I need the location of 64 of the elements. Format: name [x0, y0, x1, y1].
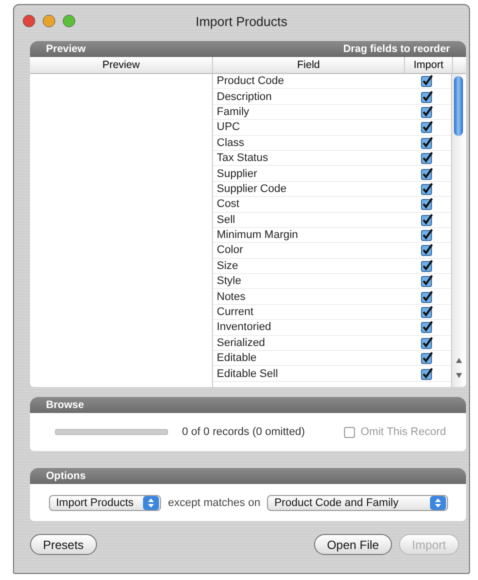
push-button[interactable]: Open File: [314, 534, 392, 555]
slider-track[interactable]: [55, 429, 168, 435]
field-name: Style: [216, 275, 242, 288]
scrollbar[interactable]: [451, 74, 466, 387]
field-name: UPC: [216, 121, 241, 134]
match-popup[interactable]: Product Code and Family: [267, 494, 448, 510]
field-name: Current: [216, 306, 254, 318]
checkbox[interactable]: [420, 368, 433, 380]
checkbox[interactable]: [420, 275, 433, 288]
field-name: Tax Status: [216, 152, 270, 164]
checkbox[interactable]: [420, 182, 433, 195]
field-name: Editable Sell: [216, 368, 279, 380]
checkbox[interactable]: [420, 152, 433, 164]
field-name: Serialized: [216, 336, 266, 349]
checkbox[interactable]: [420, 321, 433, 334]
field-name: Sell: [216, 214, 236, 226]
checkbox[interactable]: [420, 260, 433, 272]
checkbox-label: Omit This Record: [360, 426, 446, 438]
checkbox[interactable]: [420, 352, 433, 364]
field-name: Product Code: [216, 75, 286, 88]
scroll-thumb[interactable]: [454, 76, 464, 136]
checkbox[interactable]: [420, 198, 433, 210]
field-name: Size: [216, 260, 240, 272]
record-count: 0 of 0 records (0 omitted): [182, 426, 306, 438]
checkbox[interactable]: [420, 75, 433, 88]
checkbox[interactable]: [420, 90, 433, 103]
field-name: Editable: [216, 352, 258, 364]
header-corner: [453, 57, 466, 74]
checkbox[interactable]: [420, 306, 433, 318]
close-button[interactable]: [22, 14, 36, 28]
checkbox[interactable]: [420, 244, 433, 256]
checkbox[interactable]: [420, 214, 433, 226]
field-name: Description: [216, 90, 273, 103]
panel-title: Options: [46, 469, 86, 484]
field-name: Class: [216, 136, 246, 149]
field-name: Supplier: [216, 168, 258, 180]
connector-text: except matches on: [168, 496, 260, 508]
window-title: Import Products: [196, 14, 288, 28]
field-name: Notes: [216, 290, 246, 303]
push-button[interactable]: Presets: [30, 534, 97, 555]
checkbox[interactable]: [420, 290, 433, 303]
panel-title: Browse: [46, 398, 84, 413]
panel-title: Preview: [46, 42, 86, 57]
checkbox[interactable]: [420, 121, 433, 134]
stepper-icon: [430, 496, 446, 510]
zoom-button[interactable]: [62, 14, 76, 28]
checkbox[interactable]: [420, 168, 433, 180]
field-name: Supplier Code: [216, 182, 288, 195]
import-mode-popup[interactable]: Import Products: [49, 494, 161, 510]
column-header[interactable]: Import: [405, 57, 453, 74]
field-name: Cost: [216, 198, 240, 210]
checkbox[interactable]: [420, 336, 433, 349]
field-name: Family: [216, 106, 250, 118]
minimize-button[interactable]: [42, 14, 56, 28]
field-name: Inventoried: [216, 321, 272, 334]
field-name: Color: [216, 244, 244, 256]
hint-text: Drag fields to reorder: [343, 42, 450, 57]
stepper-icon: [143, 496, 159, 510]
checkbox[interactable]: [420, 106, 433, 118]
field-name: Minimum Margin: [216, 229, 300, 242]
checkbox[interactable]: [420, 136, 433, 149]
column-header[interactable]: Field: [213, 57, 405, 74]
column-header[interactable]: Preview: [30, 57, 213, 74]
checkbox[interactable]: [420, 229, 433, 242]
